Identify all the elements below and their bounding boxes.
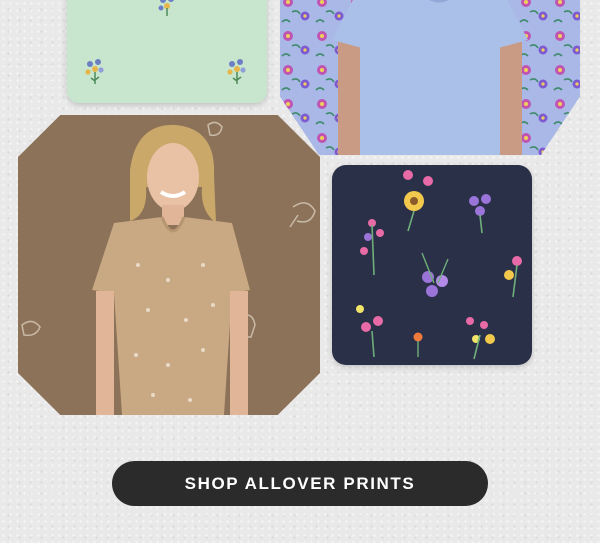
flower-motif bbox=[421, 252, 449, 297]
flower-motif bbox=[158, 0, 174, 16]
flower-motif bbox=[227, 59, 246, 84]
model-beige-tee-tile[interactable] bbox=[18, 115, 320, 415]
tee-shape bbox=[358, 0, 502, 155]
flower-motif bbox=[466, 317, 495, 360]
flower-motif bbox=[504, 256, 522, 298]
flower-motif bbox=[85, 59, 104, 84]
lavender-floral-tee-tile[interactable] bbox=[280, 0, 580, 155]
navy-floral-pattern bbox=[356, 170, 522, 360]
shop-allover-prints-button[interactable]: SHOP ALLOVER PRINTS bbox=[112, 461, 488, 506]
tee-shape bbox=[92, 217, 250, 415]
mint-floral-pattern bbox=[85, 0, 246, 84]
mint-floral-swatch-tile[interactable] bbox=[67, 0, 267, 103]
model-tee-image bbox=[21, 121, 316, 415]
flower-motif bbox=[403, 170, 433, 232]
navy-floral-swatch-tile[interactable] bbox=[332, 165, 532, 365]
flower-motif bbox=[469, 194, 491, 234]
lavender-tee-image bbox=[280, 0, 580, 155]
flower-motif bbox=[356, 305, 383, 358]
flower-motif bbox=[413, 332, 423, 357]
flower-motif bbox=[360, 219, 384, 276]
